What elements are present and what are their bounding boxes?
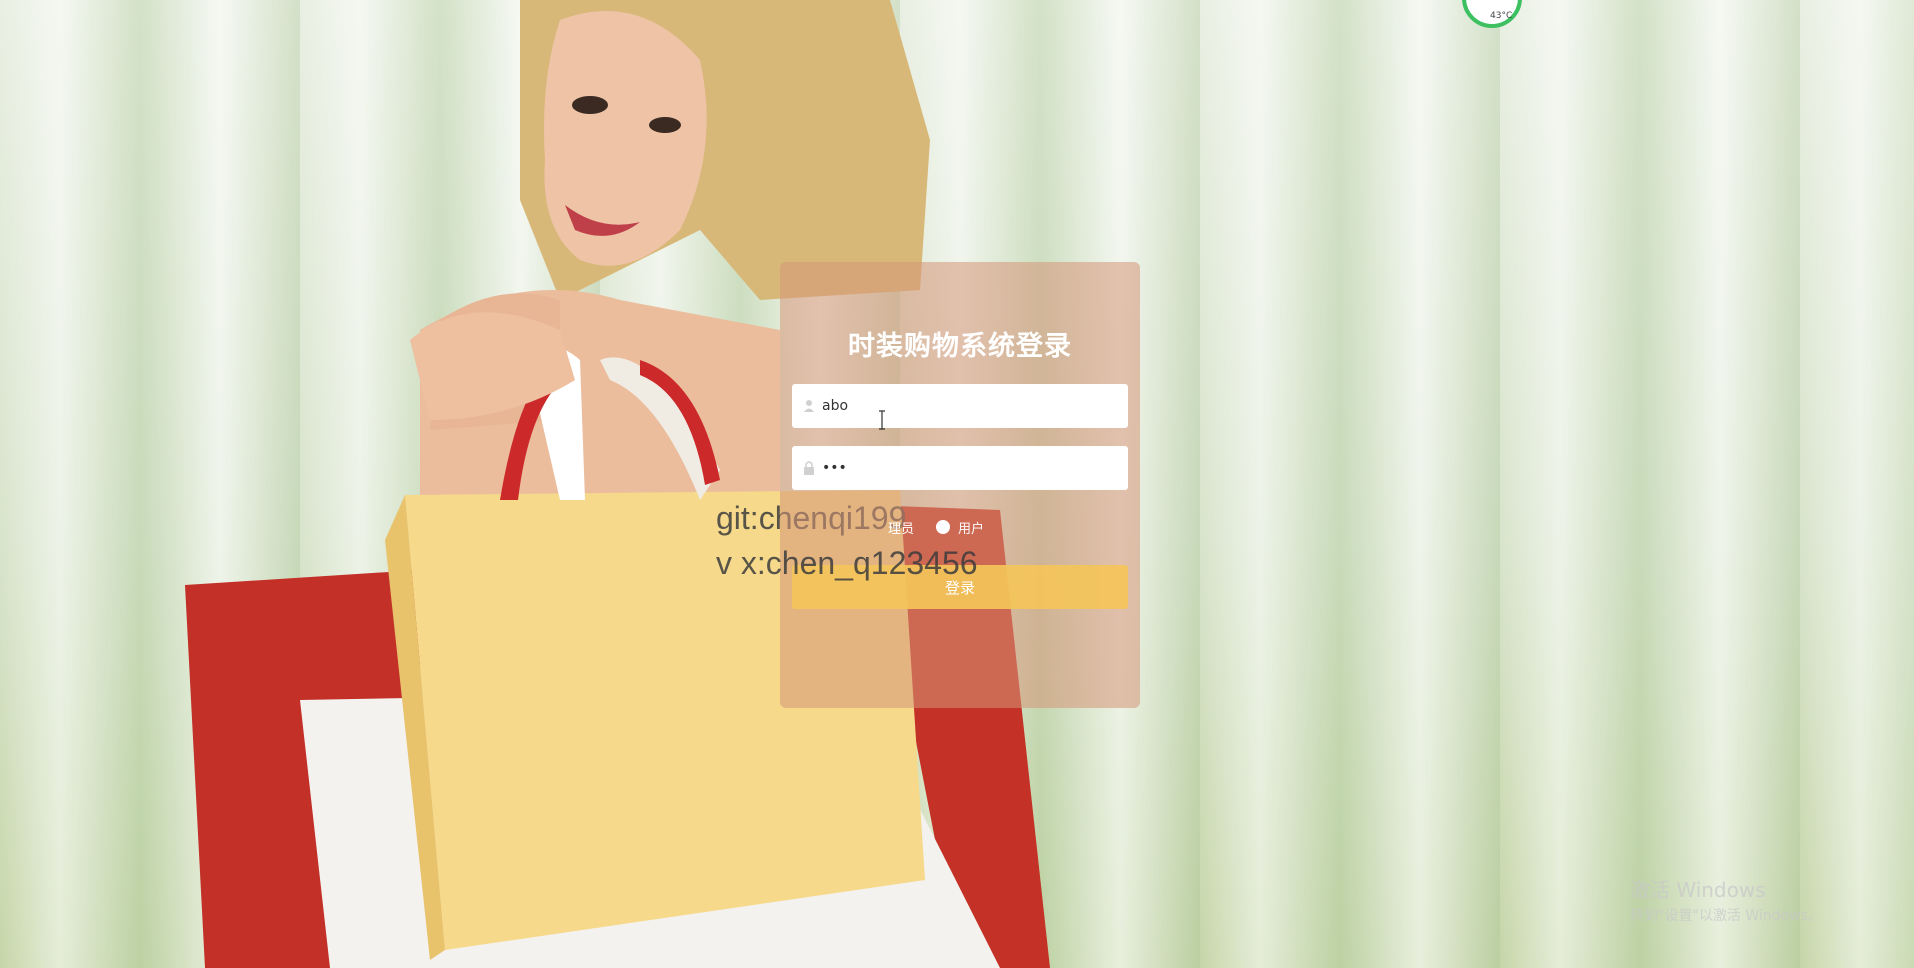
role-user-radio[interactable] bbox=[936, 520, 950, 534]
login-page: 43°C git:chenqi199 时装购物系统登录 理员 用户 登录 v x… bbox=[0, 0, 1914, 968]
user-icon bbox=[804, 400, 814, 412]
system-monitor-widget: 43°C bbox=[1462, 0, 1522, 28]
cpu-temp-text: 43°C bbox=[1490, 11, 1512, 21]
activate-windows-notice: 激活 Windows 转到"设置"以激活 Windows。 bbox=[1630, 874, 1822, 925]
username-input[interactable] bbox=[822, 384, 1118, 428]
username-field[interactable] bbox=[792, 384, 1128, 428]
login-panel: 时装购物系统登录 理员 用户 登录 bbox=[780, 262, 1140, 708]
password-field[interactable] bbox=[792, 446, 1128, 490]
role-selector: 理员 用户 bbox=[792, 514, 1128, 538]
vx-watermark-text: v x:chen_q123456 bbox=[716, 545, 978, 581]
role-user-label[interactable]: 用户 bbox=[958, 518, 984, 537]
text-cursor-icon bbox=[879, 410, 885, 430]
login-title: 时装购物系统登录 bbox=[848, 331, 1072, 362]
role-admin-label[interactable]: 理员 bbox=[888, 518, 914, 537]
lock-icon bbox=[804, 461, 814, 475]
activate-windows-title: 激活 Windows bbox=[1630, 878, 1766, 902]
activate-windows-subtitle: 转到"设置"以激活 Windows。 bbox=[1630, 908, 1822, 924]
password-input[interactable] bbox=[822, 446, 1118, 490]
